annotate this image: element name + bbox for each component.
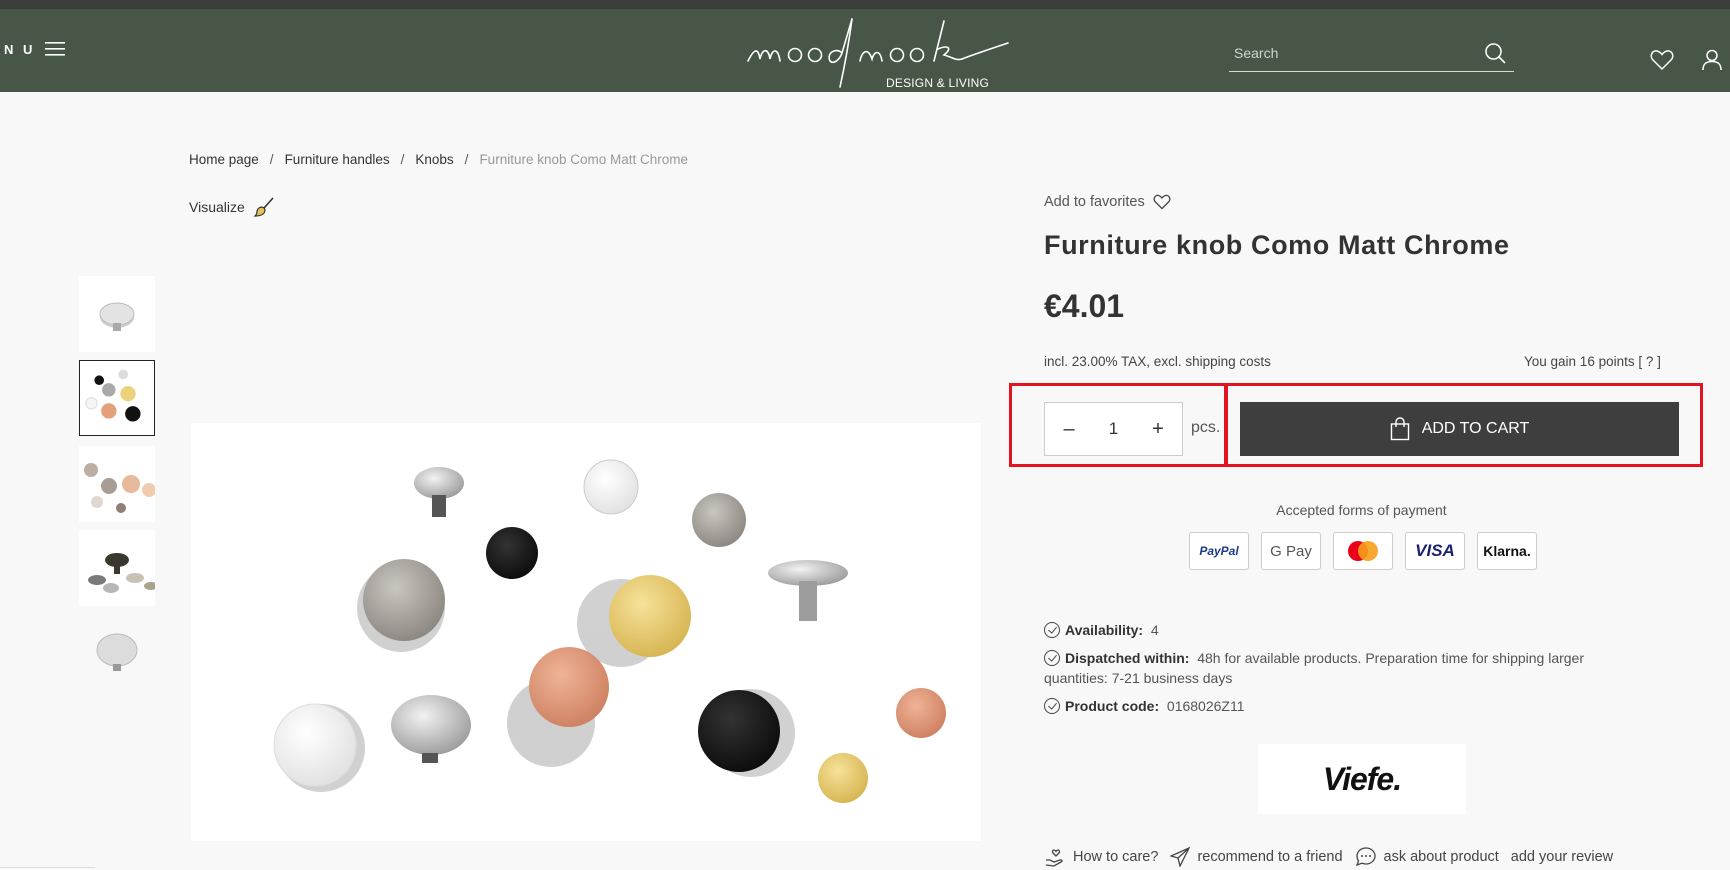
ask-about-product-link[interactable]: ask about product xyxy=(1355,846,1499,868)
payment-title: Accepted forms of payment xyxy=(1276,502,1447,518)
search-input[interactable] xyxy=(1229,37,1469,69)
product-price: €4.01 xyxy=(1044,288,1125,324)
product-photo xyxy=(273,459,946,803)
payment-methods: PayPal G Pay VISA Klarna. xyxy=(1189,532,1537,570)
ask-about-product-label: ask about product xyxy=(1383,849,1499,865)
quantity-unit: pcs. xyxy=(1191,419,1221,436)
product-thumbnail[interactable] xyxy=(79,360,155,436)
user-icon[interactable] xyxy=(1702,49,1722,71)
paintbrush-icon xyxy=(253,197,274,217)
menu-icon xyxy=(45,42,66,56)
how-to-care-label: How to care? xyxy=(1073,849,1159,865)
logo-subtitle: DESIGN & LIVING xyxy=(886,76,990,90)
mastercard-logo xyxy=(1333,532,1393,570)
availability-label: Availability: xyxy=(1065,622,1144,638)
breadcrumb-knobs[interactable]: Knobs xyxy=(415,152,453,167)
recommend-label: recommend to a friend xyxy=(1197,849,1343,865)
hand-care-icon xyxy=(1045,849,1063,867)
top-strip xyxy=(0,0,1730,9)
visualize-label: Visualize xyxy=(189,199,245,215)
visa-logo: VISA xyxy=(1405,532,1465,570)
product-code-label: Product code: xyxy=(1065,698,1160,714)
product-thumbnail[interactable] xyxy=(79,276,155,352)
quantity-input[interactable]: 1 xyxy=(1109,419,1118,439)
divider xyxy=(0,867,95,868)
search-bar xyxy=(1229,37,1514,72)
add-to-cart-button[interactable]: ADD TO CART xyxy=(1240,402,1679,456)
product-code-row: Product code: 0168026Z11 xyxy=(1044,696,1245,716)
site-header: N U DESIGN & LIVING xyxy=(0,9,1730,92)
dispatch-row: Dispatched within: 48h for available pro… xyxy=(1044,648,1664,688)
availability-row: Availability: 4 xyxy=(1044,620,1159,640)
chat-bubble-icon xyxy=(1355,847,1376,867)
brand-logo[interactable]: Viefe. xyxy=(1258,744,1466,814)
menu-label: N U xyxy=(4,41,36,57)
visualize-button[interactable]: Visualize xyxy=(189,196,275,218)
menu-button[interactable]: N U xyxy=(4,41,66,57)
add-to-cart-label: ADD TO CART xyxy=(1421,420,1530,437)
thumbnail-image xyxy=(88,553,155,593)
paypal-logo: PayPal xyxy=(1189,532,1249,570)
heart-icon xyxy=(1153,194,1171,210)
add-review-link[interactable]: add your review xyxy=(1511,849,1613,865)
add-review-label: add your review xyxy=(1510,849,1614,865)
product-code-value: 0168026Z11 xyxy=(1166,698,1245,714)
thumbnail-image xyxy=(96,633,138,671)
product-thumbnail[interactable] xyxy=(79,530,155,606)
breadcrumb-separator: / xyxy=(269,152,274,167)
add-to-favorites-label: Add to favorites xyxy=(1044,194,1145,210)
heart-icon[interactable] xyxy=(1650,49,1674,71)
recommend-link[interactable]: recommend to a friend xyxy=(1170,847,1343,867)
check-circle-icon xyxy=(1044,698,1060,714)
add-to-favorites-button[interactable]: Add to favorites xyxy=(1044,194,1171,210)
product-thumbnail[interactable] xyxy=(79,614,155,690)
quantity-decrease-button[interactable]: – xyxy=(1059,418,1079,441)
breadcrumb-separator: / xyxy=(464,152,469,167)
thumbnail-image xyxy=(99,302,135,331)
breadcrumb-current: Furniture knob Como Matt Chrome xyxy=(479,152,689,167)
loyalty-points[interactable]: You gain 16 points [ ? ] xyxy=(1524,354,1661,369)
breadcrumb-furniture-handles[interactable]: Furniture handles xyxy=(285,152,390,167)
product-action-links: How to care? recommend to a friend ask a… xyxy=(1044,846,1615,868)
check-circle-icon xyxy=(1044,650,1060,666)
quantity-stepper: – 1 + xyxy=(1044,402,1183,456)
product-thumbnail[interactable] xyxy=(79,446,155,522)
breadcrumb-home[interactable]: Home page xyxy=(189,152,259,167)
thumbnail-image xyxy=(85,369,141,422)
tax-note: incl. 23.00% TAX, excl. shipping costs xyxy=(1044,354,1271,369)
dispatch-label: Dispatched within: xyxy=(1065,650,1190,666)
paper-plane-icon xyxy=(1170,847,1191,867)
how-to-care-link[interactable]: How to care? xyxy=(1044,846,1158,868)
search-icon[interactable] xyxy=(1484,42,1506,64)
brand-logo-text: Viefe. xyxy=(1322,760,1402,797)
breadcrumb: Home page / Furniture handles / Knobs / … xyxy=(189,152,688,167)
klarna-logo: Klarna. xyxy=(1477,532,1537,570)
shopping-bag-icon xyxy=(1390,417,1409,441)
dispatch-value-line-2: quantities: 7-21 business days xyxy=(1044,670,1233,686)
quantity-increase-button[interactable]: + xyxy=(1148,418,1168,441)
main-product-image[interactable] xyxy=(191,423,981,841)
dispatch-value: 48h for available products. Preparation … xyxy=(1197,650,1585,666)
product-title: Furniture knob Como Matt Chrome xyxy=(1044,230,1510,260)
google-pay-logo: G Pay xyxy=(1261,532,1321,570)
check-circle-icon xyxy=(1044,622,1060,638)
breadcrumb-separator: / xyxy=(400,152,405,167)
thumbnail-image xyxy=(84,463,155,513)
availability-value: 4 xyxy=(1150,622,1159,638)
